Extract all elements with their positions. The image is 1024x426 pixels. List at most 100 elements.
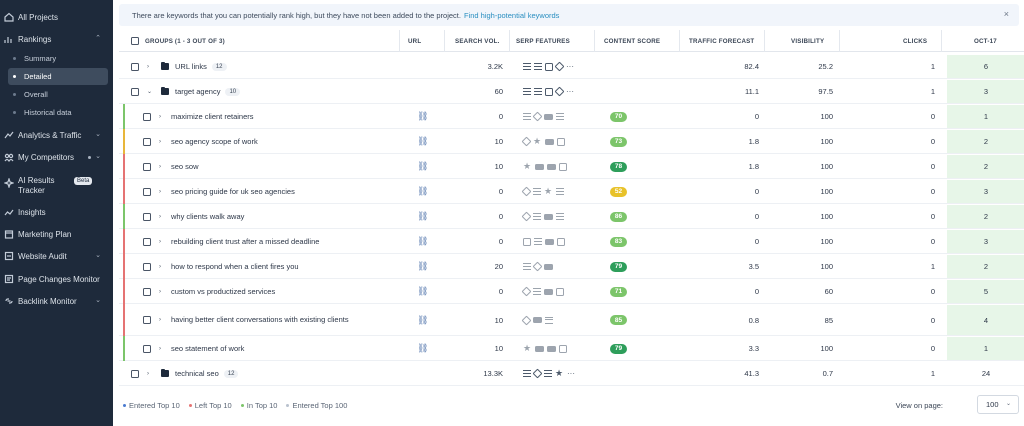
sidebar-item-ai-tracker[interactable]: AI Results Tracker Beta	[0, 176, 113, 198]
url-link-icon[interactable]: ⛓	[417, 111, 428, 122]
keyword-name[interactable]: why clients walk away	[171, 204, 351, 229]
caret-right-icon[interactable]: ›	[159, 229, 161, 254]
caret-down-icon[interactable]: ⌄	[147, 79, 152, 104]
star-icon: ★	[523, 343, 532, 353]
caret-right-icon[interactable]: ›	[159, 204, 161, 229]
caret-right-icon[interactable]: ›	[159, 104, 161, 129]
sidebar-item-marketing-plan[interactable]: Marketing Plan	[0, 225, 113, 243]
header-url[interactable]: URL	[408, 30, 421, 52]
sidebar-item-rankings[interactable]: Rankings ⌃	[0, 30, 113, 48]
keyword-name[interactable]: having better client conversations with …	[171, 304, 351, 336]
header-search-vol[interactable]: SEARCH VOL.	[455, 30, 500, 52]
keyword-name[interactable]: seo statement of work	[171, 336, 351, 361]
row-checkbox[interactable]	[143, 237, 151, 246]
page-size-select[interactable]: 100 ⌄	[977, 395, 1019, 414]
sidebar-item-all-projects[interactable]: All Projects	[0, 8, 113, 26]
group-name[interactable]: target agency	[175, 87, 220, 96]
header-groups[interactable]: GROUPS (1 - 3 OUT OF 3)	[145, 30, 225, 52]
find-keywords-link[interactable]: Find high-potential keywords	[464, 11, 559, 20]
url-link-icon[interactable]: ⛓	[417, 315, 428, 326]
url-link-icon[interactable]: ⛓	[417, 161, 428, 172]
url-link-icon[interactable]: ⛓	[417, 286, 428, 297]
keyword-row[interactable]: › seo pricing guide for uk seo agencies ⛓ 0…	[119, 179, 1024, 204]
caret-right-icon[interactable]: ›	[159, 254, 161, 279]
row-checkbox[interactable]	[143, 316, 151, 324]
sidebar-item-analytics[interactable]: Analytics & Traffic ⌄	[0, 126, 113, 144]
url-link-icon[interactable]: ⛓	[417, 236, 428, 247]
chevron-down-icon[interactable]: ⌄	[95, 296, 101, 304]
keyword-row[interactable]: › seo agency scope of work ⛓ 10 ★ 73 1.8 100 0 2	[119, 129, 1024, 154]
url-link-icon[interactable]: ⛓	[417, 343, 428, 354]
keyword-name[interactable]: rebuilding client trust after a missed d…	[171, 229, 351, 254]
keyword-name[interactable]: how to respond when a client fires you	[171, 254, 351, 279]
keyword-row[interactable]: › how to respond when a client fires you ⛓…	[119, 254, 1024, 279]
group-row[interactable]: ⌄ target agency 10 60 ··· 11.1 97.5 1 3	[119, 79, 1024, 104]
row-checkbox[interactable]	[143, 262, 151, 271]
row-checkbox[interactable]	[143, 137, 151, 146]
more-icon[interactable]: ···	[566, 62, 575, 71]
header-serp-features[interactable]: SERP FEATURES	[516, 30, 570, 52]
visibility: 100	[820, 344, 833, 353]
keyword-name[interactable]: maximize client retainers	[171, 104, 351, 129]
row-checkbox[interactable]	[131, 369, 139, 378]
keyword-row[interactable]: › rebuilding client trust after a missed …	[119, 229, 1024, 254]
sidebar-item-competitors[interactable]: My Competitors ⌄	[0, 148, 113, 166]
close-icon[interactable]: ×	[1004, 9, 1009, 19]
chevron-down-icon[interactable]: ⌄	[95, 130, 101, 138]
keyword-name[interactable]: seo pricing guide for uk seo agencies	[171, 179, 351, 204]
header-visibility[interactable]: VISIBILITY	[791, 30, 824, 52]
group-name[interactable]: URL links	[175, 62, 207, 71]
keyword-row[interactable]: › custom vs productized services ⛓ 0 71 0 60 0 5	[119, 279, 1024, 304]
keyword-row[interactable]: › having better client conversations with…	[119, 304, 1024, 336]
caret-right-icon[interactable]: ›	[159, 179, 161, 204]
keyword-row[interactable]: › seo sow ⛓ 10 ★ 78 1.8 100 0 2	[119, 154, 1024, 179]
keyword-row[interactable]: › why clients walk away ⛓ 0 86 0 100 0 2	[119, 204, 1024, 229]
sidebar-item-page-changes[interactable]: Page Changes Monitor	[0, 270, 113, 288]
group-row[interactable]: › URL links 12 3.2K ··· 82.4 25.2 1 6	[119, 54, 1024, 79]
group-name[interactable]: technical seo	[175, 369, 219, 378]
chevron-down-icon[interactable]: ⌄	[95, 152, 101, 160]
keyword-name[interactable]: seo agency scope of work	[171, 129, 351, 154]
caret-right-icon[interactable]: ›	[159, 279, 161, 304]
url-link-icon[interactable]: ⛓	[417, 261, 428, 272]
header-traffic-forecast[interactable]: TRAFFIC FORECAST	[689, 30, 754, 52]
more-icon[interactable]: ···	[567, 369, 576, 378]
row-checkbox[interactable]	[143, 344, 151, 353]
sidebar-subitem-overall[interactable]: Overall	[8, 86, 108, 103]
sidebar-item-backlink-monitor[interactable]: Backlink Monitor ⌄	[0, 292, 113, 310]
sidebar-subitem-historical[interactable]: Historical data	[8, 104, 108, 121]
header-date[interactable]: OCT-17	[974, 30, 997, 52]
caret-right-icon[interactable]: ›	[159, 336, 161, 361]
url-link-icon[interactable]: ⛓	[417, 186, 428, 197]
row-checkbox[interactable]	[143, 287, 151, 296]
url-link-icon[interactable]: ⛓	[417, 211, 428, 222]
header-content-score[interactable]: CONTENT SCORE	[604, 30, 660, 52]
caret-right-icon[interactable]: ›	[159, 154, 161, 179]
row-checkbox[interactable]	[131, 62, 139, 71]
sidebar-item-insights[interactable]: Insights	[0, 203, 113, 221]
keyword-name[interactable]: custom vs productized services	[171, 279, 351, 304]
caret-right-icon[interactable]: ›	[147, 54, 149, 79]
row-checkbox[interactable]	[143, 112, 151, 121]
group-row[interactable]: › technical seo 12 13.3K ★ ··· 41.3 0.7 1 24	[119, 361, 1024, 386]
chevron-up-icon[interactable]: ⌃	[95, 34, 101, 42]
keyword-name[interactable]: seo sow	[171, 154, 351, 179]
caret-right-icon[interactable]: ›	[147, 361, 149, 386]
select-all-checkbox[interactable]	[131, 37, 139, 45]
keyword-row[interactable]: › maximize client retainers ⛓ 0 70 0 100 0 1	[119, 104, 1024, 129]
sidebar-subitem-summary[interactable]: Summary	[8, 50, 108, 67]
header-clicks[interactable]: CLICKS	[903, 30, 927, 52]
caret-right-icon[interactable]: ›	[159, 129, 161, 154]
competitors-icon	[4, 152, 14, 162]
caret-right-icon[interactable]: ›	[159, 304, 161, 336]
keyword-row[interactable]: › seo statement of work ⛓ 10 ★ 79 3.3 100 0 1	[119, 336, 1024, 361]
url-link-icon[interactable]: ⛓	[417, 136, 428, 147]
row-checkbox[interactable]	[131, 87, 139, 96]
chevron-down-icon[interactable]: ⌄	[95, 251, 101, 259]
sidebar-subitem-detailed[interactable]: Detailed	[8, 68, 108, 85]
sidebar-item-website-audit[interactable]: Website Audit ⌄	[0, 247, 113, 265]
row-checkbox[interactable]	[143, 212, 151, 221]
row-checkbox[interactable]	[143, 162, 151, 171]
more-icon[interactable]: ···	[566, 87, 575, 96]
row-checkbox[interactable]	[143, 187, 151, 196]
